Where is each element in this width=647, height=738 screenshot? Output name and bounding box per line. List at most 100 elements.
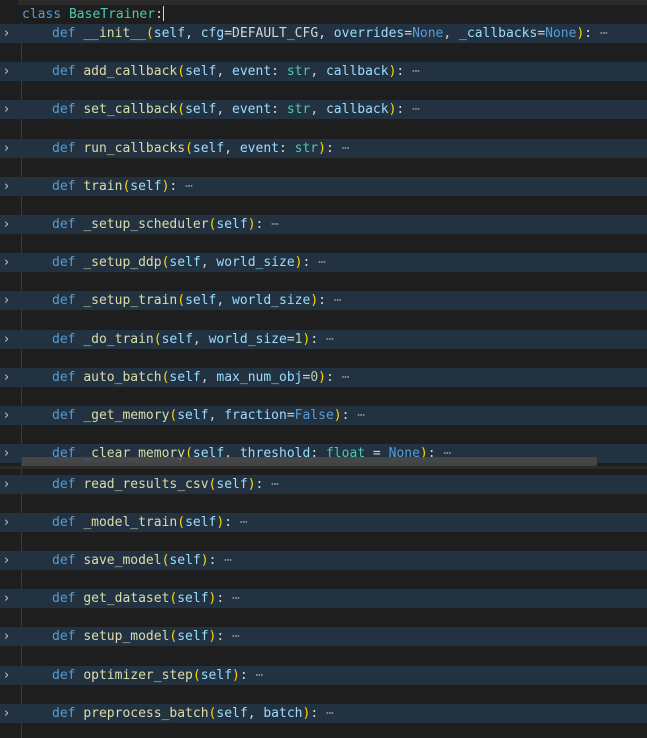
folded-method-line[interactable]: › def read_results_csv(self): ⋯ — [0, 475, 647, 494]
chevron-right-icon[interactable]: › — [4, 513, 16, 532]
fold-ellipsis[interactable]: ⋯ — [232, 629, 240, 644]
code-token: DEFAULT_CFG — [232, 26, 319, 41]
code-token: ) — [247, 217, 256, 232]
code-token: self — [192, 141, 225, 156]
method-name: set_callback — [83, 102, 178, 117]
code-token: : — [584, 26, 593, 41]
fold-ellipsis[interactable]: ⋯ — [326, 706, 334, 721]
fold-ellipsis[interactable]: ⋯ — [357, 408, 365, 423]
code-token: , — [200, 255, 217, 270]
editor-split-divider[interactable] — [0, 466, 647, 469]
folded-method-line[interactable]: › def get_dataset(self): ⋯ — [0, 589, 647, 608]
chevron-right-icon[interactable]: › — [4, 177, 16, 196]
chevron-right-icon[interactable]: › — [4, 291, 16, 310]
chevron-right-icon[interactable]: › — [4, 589, 16, 608]
code-token: : — [310, 332, 319, 347]
code-token: self — [169, 370, 201, 385]
code-token: : — [216, 629, 225, 644]
code-token: ) — [294, 255, 303, 270]
chevron-right-icon[interactable]: › — [4, 627, 16, 646]
folded-method-line[interactable]: › def _setup_train(self, world_size): ⋯ — [0, 291, 647, 310]
code-token: str — [286, 102, 311, 117]
code-token: self — [177, 408, 209, 423]
code-token: ) — [200, 553, 209, 568]
folded-method-line[interactable]: › def _model_train(self): ⋯ — [0, 513, 647, 532]
chevron-right-icon[interactable]: › — [4, 100, 16, 119]
folded-method-line[interactable]: › def auto_batch(self, max_num_obj=0): ⋯ — [0, 368, 647, 387]
class-definition-line[interactable]: class BaseTrainer: — [0, 5, 647, 24]
code-token: , — [200, 370, 217, 385]
folded-method-line[interactable]: › def setup_model(self): ⋯ — [0, 627, 647, 646]
fold-ellipsis[interactable]: ⋯ — [326, 332, 334, 347]
method-signature: def get_dataset(self): ⋯ — [52, 589, 240, 608]
fold-ellipsis[interactable]: ⋯ — [342, 370, 350, 385]
chevron-right-icon[interactable]: › — [4, 704, 16, 723]
code-token: 0 — [310, 370, 319, 385]
method-name: _setup_scheduler — [83, 217, 209, 232]
fold-ellipsis[interactable]: ⋯ — [271, 217, 279, 232]
folded-method-line[interactable]: › def save_model(self): ⋯ — [0, 551, 647, 570]
method-name: preprocess_batch — [83, 706, 209, 721]
code-token: self — [185, 64, 217, 79]
def-keyword: def — [52, 64, 76, 79]
code-token: ( — [177, 64, 186, 79]
folded-method-line[interactable]: › def optimizer_step(self): ⋯ — [0, 666, 647, 685]
code-token: self — [216, 706, 248, 721]
fold-ellipsis[interactable]: ⋯ — [224, 553, 232, 568]
fold-ellipsis[interactable]: ⋯ — [256, 668, 264, 683]
folded-method-line[interactable]: › def _setup_ddp(self, world_size): ⋯ — [0, 253, 647, 272]
code-token: : — [318, 293, 326, 308]
fold-ellipsis[interactable]: ⋯ — [342, 141, 350, 156]
method-name: add_callback — [83, 64, 178, 79]
code-token: : — [255, 477, 264, 492]
fold-ellipsis[interactable]: ⋯ — [334, 293, 342, 308]
chevron-right-icon[interactable]: › — [4, 444, 16, 463]
chevron-right-icon[interactable]: › — [4, 406, 16, 425]
fold-ellipsis[interactable]: ⋯ — [271, 477, 279, 492]
fold-ellipsis[interactable]: ⋯ — [412, 64, 420, 79]
chevron-right-icon[interactable]: › — [4, 62, 16, 81]
code-token: : — [271, 64, 287, 79]
folded-method-line[interactable]: › def __init__(self, cfg=DEFAULT_CFG, ove… — [0, 24, 647, 43]
code-token: : — [325, 141, 334, 156]
folded-method-line[interactable]: › def run_callbacks(self, event: str): ⋯ — [0, 139, 647, 158]
folded-method-line[interactable]: › def add_callback(self, event: str, call… — [0, 62, 647, 81]
folded-method-line[interactable]: › def _do_train(self, world_size=1): ⋯ — [0, 330, 647, 349]
code-token: self — [177, 591, 209, 606]
fold-ellipsis[interactable]: ⋯ — [232, 591, 240, 606]
chevron-right-icon[interactable]: › — [4, 330, 16, 349]
chevron-right-icon[interactable]: › — [4, 215, 16, 234]
fold-ellipsis[interactable]: ⋯ — [412, 102, 420, 117]
method-signature: def save_model(self): ⋯ — [52, 551, 232, 570]
def-keyword: def — [52, 553, 76, 568]
code-token: self — [169, 255, 201, 270]
code-token: ) — [247, 477, 256, 492]
method-signature: def setup_model(self): ⋯ — [52, 627, 240, 646]
chevron-right-icon[interactable]: › — [4, 139, 16, 158]
fold-ellipsis[interactable]: ⋯ — [600, 26, 608, 41]
code-token: , — [310, 102, 326, 117]
code-token: _callbacks — [459, 26, 538, 41]
folded-method-line[interactable]: › def train(self): ⋯ — [0, 177, 647, 196]
folded-method-line[interactable]: › def set_callback(self, event: str, call… — [0, 100, 647, 119]
code-token: : — [239, 668, 248, 683]
chevron-right-icon[interactable]: › — [4, 24, 16, 43]
fold-ellipsis[interactable]: ⋯ — [318, 255, 326, 270]
code-token: False — [294, 408, 334, 423]
chevron-right-icon[interactable]: › — [4, 253, 16, 272]
chevron-right-icon[interactable]: › — [4, 666, 16, 685]
folded-method-line[interactable]: › def _setup_scheduler(self): ⋯ — [0, 215, 647, 234]
fold-ellipsis[interactable]: ⋯ — [240, 515, 248, 530]
code-token: , — [443, 26, 460, 41]
chevron-right-icon[interactable]: › — [4, 551, 16, 570]
code-token: 1 — [294, 332, 303, 347]
fold-ellipsis[interactable]: ⋯ — [185, 179, 193, 194]
method-name: _model_train — [83, 515, 178, 530]
code-token: , — [192, 332, 209, 347]
code-token: event — [232, 64, 272, 79]
folded-method-line[interactable]: › def _get_memory(self, fraction=False): … — [0, 406, 647, 425]
chevron-right-icon[interactable]: › — [4, 368, 16, 387]
chevron-right-icon[interactable]: › — [4, 475, 16, 494]
code-token: ) — [318, 141, 326, 156]
folded-method-line[interactable]: › def preprocess_batch(self, batch): ⋯ — [0, 704, 647, 723]
